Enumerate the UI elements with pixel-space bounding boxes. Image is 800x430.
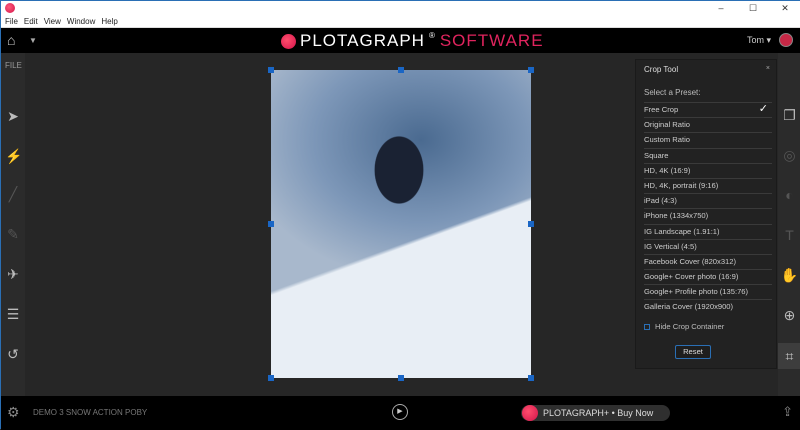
preset-item[interactable]: Custom Ratio xyxy=(644,132,772,147)
chevron-down-icon[interactable]: ▼ xyxy=(29,36,37,45)
preset-label: iPhone (1334x750) xyxy=(644,211,709,221)
plotagraph-plus-logo-icon xyxy=(522,405,538,421)
project-name: DEMO 3 SNOW ACTION POBY xyxy=(33,408,148,417)
preset-item[interactable]: Free Crop ✓ xyxy=(644,102,772,117)
brand-suffix: SOFTWARE xyxy=(439,31,544,50)
text-icon[interactable]: T xyxy=(778,227,800,243)
title-bar: – ☐ ✕ xyxy=(1,1,800,15)
crop-handle-bl[interactable] xyxy=(268,375,274,381)
menu-view[interactable]: View xyxy=(44,15,61,27)
share-icon[interactable]: ⇪ xyxy=(782,404,793,420)
preset-label: Galleria Cover (1920x900) xyxy=(644,302,734,312)
preset-label: HD, 4K (16:9) xyxy=(644,165,691,175)
preset-item[interactable]: HD, 4K, portrait (9:16) xyxy=(644,177,772,193)
gear-icon[interactable]: ⚙ xyxy=(7,404,20,421)
preset-item[interactable]: Google+ Cover photo (16:9) xyxy=(644,269,772,284)
crop-handle-t[interactable] xyxy=(398,67,404,73)
preset-list: Free Crop ✓ Original Ratio Custom Ratio Squa… xyxy=(644,102,772,315)
menu-bar: File Edit View Window Help xyxy=(1,15,800,28)
home-icon[interactable]: ⌂ xyxy=(7,32,15,48)
header: ⌂ ▼ PLOTAGRAPH ® SOFTWARE Tom ▾ xyxy=(1,28,800,53)
reset-button[interactable]: Reset xyxy=(675,345,711,359)
app-logo-icon xyxy=(5,3,15,13)
preset-label: Custom Ratio xyxy=(644,135,691,145)
preset-item[interactable]: HD, 4K (16:9) xyxy=(644,162,772,178)
preset-label: Select a Preset: xyxy=(644,88,701,97)
left-toolbar: FILE ➤ ⚡ ╱ ✎ ✈ ☰ ↺ xyxy=(1,53,25,396)
maximize-button[interactable]: ☐ xyxy=(737,1,769,15)
stabilize-line-icon[interactable]: ╱ xyxy=(5,186,21,203)
minimize-button[interactable]: – xyxy=(705,1,737,15)
menu-edit[interactable]: Edit xyxy=(24,15,38,27)
preset-label: Google+ Profile photo (135:76) xyxy=(644,287,749,297)
menu-file[interactable]: File xyxy=(5,15,18,27)
preset-label: Square xyxy=(644,150,669,160)
panel-title: Crop Tool xyxy=(644,65,679,74)
menu-window[interactable]: Window xyxy=(67,15,95,27)
zoom-icon[interactable]: ⊕ xyxy=(778,307,800,324)
exposure-icon[interactable]: ◐ xyxy=(778,187,800,203)
preset-label: iPad (4:3) xyxy=(644,196,677,206)
right-toolbar: ❐ ◎ ◐ T ✋ ⊕ ⌗ xyxy=(778,53,800,396)
preset-item[interactable]: Original Ratio xyxy=(644,117,772,132)
hide-crop-label: Hide Crop Container xyxy=(655,322,725,331)
preset-label: Google+ Cover photo (16:9) xyxy=(644,272,739,282)
hide-crop-container-checkbox[interactable]: Hide Crop Container xyxy=(644,322,724,331)
preset-label: HD, 4K, portrait (9:16) xyxy=(644,180,719,190)
preset-label: IG Vertical (4:5) xyxy=(644,241,697,251)
file-button[interactable]: FILE xyxy=(5,61,22,70)
crop-handle-br[interactable] xyxy=(528,375,534,381)
close-button[interactable]: ✕ xyxy=(769,1,800,15)
loop-icon[interactable]: ◎ xyxy=(778,147,800,164)
buy-label: PLOTAGRAPH+ • Buy Now xyxy=(543,408,654,418)
preset-item[interactable]: Square xyxy=(644,147,772,163)
menu-help[interactable]: Help xyxy=(101,15,117,27)
undo-icon[interactable]: ↺ xyxy=(5,346,21,363)
crop-tool-panel: Crop Tool × Select a Preset: Free Crop ✓ O… xyxy=(635,59,777,369)
avatar[interactable] xyxy=(779,33,793,47)
crop-icon[interactable]: ⌗ xyxy=(778,343,800,369)
select-arrow-icon[interactable]: ➤ xyxy=(5,108,21,125)
preset-item[interactable]: Galleria Cover (1920x900) xyxy=(644,299,772,314)
play-button[interactable]: ▶ xyxy=(392,404,408,420)
crop-handle-tl[interactable] xyxy=(268,67,274,73)
preset-label: Free Crop xyxy=(644,105,679,114)
plotagraph-logo-icon xyxy=(281,33,296,49)
crop-handle-tr[interactable] xyxy=(528,67,534,73)
crop-handle-l[interactable] xyxy=(268,221,274,227)
brand-name: PLOTAGRAPH xyxy=(300,31,425,50)
preset-label: IG Landscape (1.91:1) xyxy=(644,226,720,236)
layers-icon[interactable]: ❐ xyxy=(778,107,800,124)
preset-item[interactable]: Facebook Cover (820x312) xyxy=(644,253,772,269)
preset-label: Facebook Cover (820x312) xyxy=(644,256,737,266)
sliders-icon[interactable]: ☰ xyxy=(5,306,21,323)
preset-item[interactable]: Google+ Profile photo (135:76) xyxy=(644,284,772,299)
checkmark-icon: ✓ xyxy=(758,103,768,115)
bird-icon[interactable]: ✈ xyxy=(5,266,21,283)
hand-icon[interactable]: ✋ xyxy=(778,267,800,284)
user-menu[interactable]: Tom ▾ xyxy=(747,35,771,46)
preset-item[interactable]: iPhone (1334x750) xyxy=(644,208,772,223)
user-name: Tom xyxy=(746,35,764,45)
mask-brush-icon[interactable]: ✎ xyxy=(5,226,21,243)
crop-handle-r[interactable] xyxy=(528,221,534,227)
preset-item[interactable]: iPad (4:3) xyxy=(644,193,772,208)
brand-logo: PLOTAGRAPH ® SOFTWARE xyxy=(281,31,544,51)
bottom-bar: ⚙ DEMO 3 SNOW ACTION POBY ▶ PLOTAGRAPH+ … xyxy=(1,396,800,430)
checkbox-icon[interactable] xyxy=(644,323,650,330)
brand-reg: ® xyxy=(428,31,436,40)
animate-bolt-icon[interactable]: ⚡ xyxy=(5,148,22,165)
buy-now-button[interactable]: PLOTAGRAPH+ • Buy Now xyxy=(521,405,670,421)
panel-close-button[interactable]: × xyxy=(766,65,770,72)
crop-handle-b[interactable] xyxy=(398,375,404,381)
preset-label: Original Ratio xyxy=(644,120,691,130)
canvas-image[interactable] xyxy=(271,70,531,378)
preset-item[interactable]: IG Landscape (1.91:1) xyxy=(644,223,772,239)
preset-item[interactable]: IG Vertical (4:5) xyxy=(644,238,772,254)
